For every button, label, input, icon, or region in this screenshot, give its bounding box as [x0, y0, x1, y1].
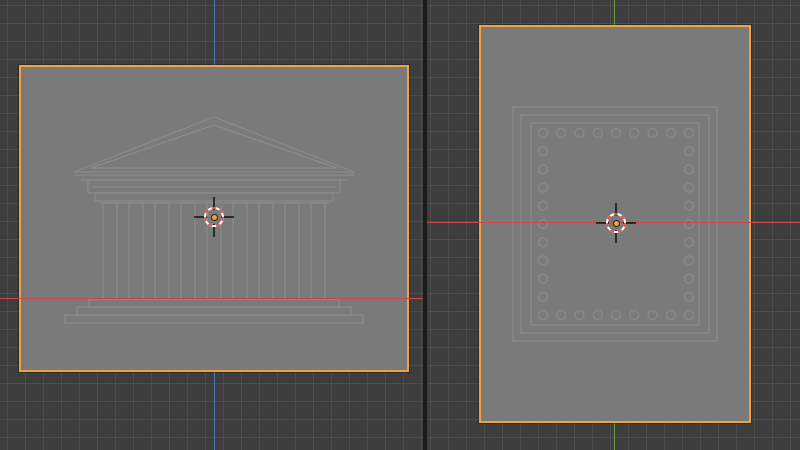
plan-column-mark	[537, 237, 549, 248]
plan-column-mark	[537, 182, 549, 193]
plan-column-mark	[683, 273, 695, 284]
viewport-front[interactable]	[0, 0, 423, 450]
plan-column-mark	[683, 218, 695, 230]
plan-column-mark	[537, 146, 549, 157]
plan-column-mark	[537, 255, 549, 266]
plan-column-mark	[683, 237, 695, 248]
plan-column-mark	[683, 127, 695, 139]
plan-column-mark	[647, 127, 658, 139]
plan-column-mark	[537, 200, 549, 211]
plan-column-mark	[537, 291, 549, 302]
plan-column-mark	[537, 218, 549, 230]
plan-column-mark	[574, 127, 585, 139]
plan-column-mark	[683, 182, 695, 193]
plan-column-mark	[683, 255, 695, 266]
plan-column-mark	[683, 200, 695, 211]
plan-column-mark	[683, 291, 695, 302]
plan-column-mark	[647, 309, 658, 321]
3d-cursor-icon[interactable]	[194, 197, 234, 237]
plan-column-mark	[629, 127, 640, 139]
viewport-top[interactable]	[427, 0, 800, 450]
plan-column-mark	[556, 127, 567, 139]
plan-column-mark	[665, 127, 676, 139]
plan-column-mark	[683, 309, 695, 321]
3d-cursor-icon[interactable]	[596, 203, 636, 243]
plan-column-mark	[556, 309, 567, 321]
plan-column-mark	[683, 164, 695, 175]
plan-column-mark	[610, 309, 622, 321]
plan-column-mark	[537, 127, 549, 139]
plan-column-mark	[592, 309, 603, 321]
plan-column-mark	[537, 309, 549, 321]
plan-column-mark	[683, 146, 695, 157]
plan-column-mark	[537, 273, 549, 284]
plan-column-mark	[537, 164, 549, 175]
plan-column-mark	[665, 309, 676, 321]
plan-column-mark	[610, 127, 622, 139]
plan-column-mark	[574, 309, 585, 321]
plan-column-mark	[592, 127, 603, 139]
plan-column-mark	[629, 309, 640, 321]
